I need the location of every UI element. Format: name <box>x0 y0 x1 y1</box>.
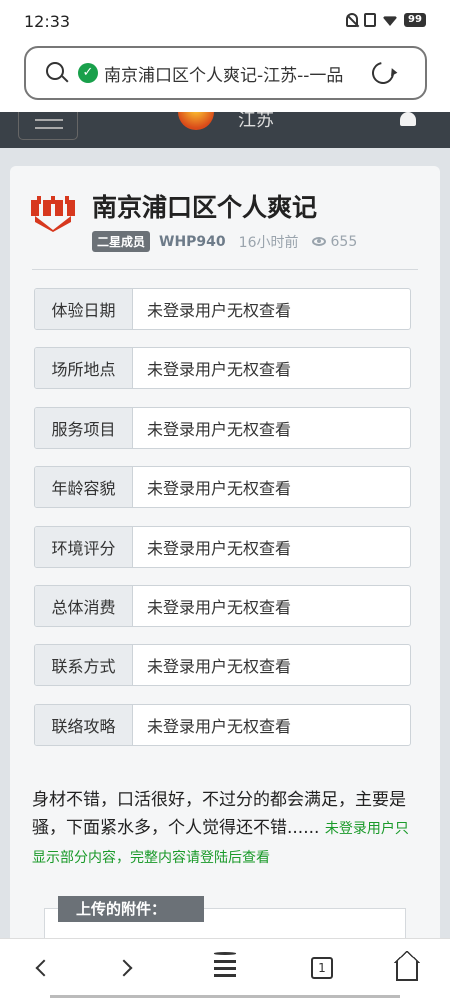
info-value: 未登录用户无权查看 <box>147 716 292 736</box>
info-value: 未登录用户无权查看 <box>147 597 292 617</box>
divider <box>32 269 418 270</box>
status-icons: 99 <box>346 13 426 27</box>
menu-icon <box>214 952 236 977</box>
info-row: 总体消费 未登录用户无权查看 <box>34 584 411 627</box>
info-value: 未登录用户无权查看 <box>147 419 292 439</box>
post-meta: 二星成员 WHP940 16小时前 655 <box>92 231 357 252</box>
post-title: 南京浦口区个人爽记 <box>92 193 318 222</box>
search-icon[interactable] <box>46 62 69 84</box>
back-button[interactable] <box>12 939 72 997</box>
info-row: 服务项目 未登录用户无权查看 <box>34 406 411 449</box>
chevron-left-icon <box>35 959 53 977</box>
shield-check-icon[interactable]: ✓ <box>78 63 98 83</box>
tab-count: 1 <box>311 957 333 979</box>
avatar <box>31 196 75 232</box>
reload-icon[interactable] <box>367 57 399 89</box>
home-button[interactable] <box>377 939 437 997</box>
info-label: 联络攻略 <box>35 704 133 745</box>
wifi-icon <box>382 16 398 26</box>
info-row: 体验日期 未登录用户无权查看 <box>34 288 411 330</box>
browser-menu-button[interactable] <box>195 939 255 997</box>
browser-toolbar: ✓ 南京浦口区个人爽记-江苏--一品 <box>0 44 450 112</box>
gesture-bar <box>50 995 400 998</box>
site-logo[interactable] <box>178 112 214 130</box>
post-description: 身材不错，口活很好，不过分的都会满足，主要是骚，下面紧水多，个人觉得还不错...… <box>32 786 420 872</box>
site-menu-button[interactable] <box>18 112 78 140</box>
status-bar: 12:33 99 <box>0 0 450 44</box>
status-time: 12:33 <box>24 12 71 31</box>
attachments-label: 上传的附件： <box>58 896 204 922</box>
rank-badge: 二星成员 <box>92 231 151 252</box>
url-text[interactable]: 南京浦口区个人爽记-江苏--一品 <box>104 61 360 86</box>
info-value: 未登录用户无权查看 <box>147 360 292 380</box>
info-row: 年龄容貌 未登录用户无权查看 <box>34 466 411 509</box>
info-value: 未登录用户无权查看 <box>147 538 292 558</box>
notification-dot <box>214 952 236 955</box>
info-list: 体验日期 未登录用户无权查看 场所地点 未登录用户无权查看 服务项目 未登录用户… <box>34 288 411 763</box>
site-city[interactable]: 江苏 <box>238 112 274 132</box>
address-bar[interactable]: ✓ 南京浦口区个人爽记-江苏--一品 <box>24 46 427 100</box>
info-row: 环境评分 未登录用户无权查看 <box>34 525 411 568</box>
site-header: 江苏 <box>0 112 450 148</box>
view-count: 655 <box>330 233 358 250</box>
info-label: 服务项目 <box>35 407 133 448</box>
author-link[interactable]: WHP940 <box>159 234 226 250</box>
chevron-right-icon <box>115 959 133 977</box>
user-icon[interactable] <box>400 112 416 126</box>
info-label: 场所地点 <box>35 348 133 389</box>
eye-icon <box>311 237 326 246</box>
sim-icon <box>364 13 376 27</box>
info-row: 联系方式 未登录用户无权查看 <box>34 644 411 687</box>
info-label: 体验日期 <box>35 289 133 329</box>
post-time: 16小时前 <box>238 234 299 251</box>
battery-icon: 99 <box>404 13 426 27</box>
info-label: 联系方式 <box>35 645 133 686</box>
info-row: 场所地点 未登录用户无权查看 <box>34 347 411 390</box>
info-label: 总体消费 <box>35 585 133 626</box>
info-label: 年龄容貌 <box>35 467 133 508</box>
home-icon <box>394 951 420 981</box>
post-card: 南京浦口区个人爽记 二星成员 WHP940 16小时前 655 体验日期 未登录… <box>10 166 440 1000</box>
browser-bottom-nav: 1 <box>0 938 450 1000</box>
info-row: 联络攻略 未登录用户无权查看 <box>34 703 411 746</box>
forward-button[interactable] <box>96 939 156 997</box>
info-value: 未登录用户无权查看 <box>147 479 292 499</box>
info-label: 环境评分 <box>35 526 133 567</box>
tabs-button[interactable]: 1 <box>292 939 352 997</box>
info-value: 未登录用户无权查看 <box>147 301 292 320</box>
mute-icon <box>346 13 358 27</box>
info-value: 未登录用户无权查看 <box>147 657 292 677</box>
